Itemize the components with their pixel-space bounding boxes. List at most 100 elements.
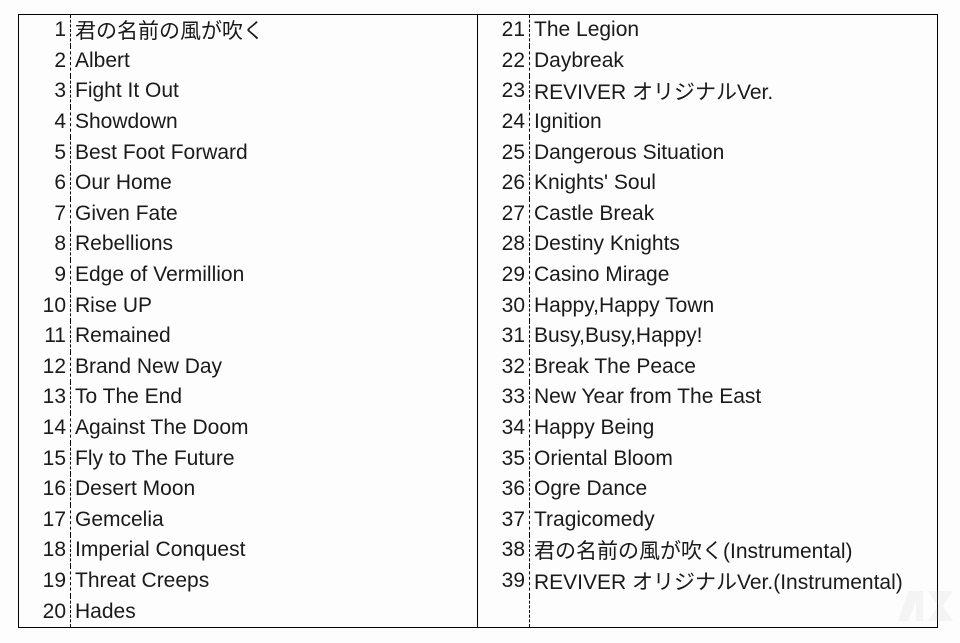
track-title: Best Foot Forward xyxy=(71,137,478,168)
track-number: 11 xyxy=(19,321,71,352)
table-row: 24Ignition xyxy=(478,107,937,138)
table-row: 10Rise UP xyxy=(19,290,478,321)
track-title: Daybreak xyxy=(530,46,937,77)
track-number: 9 xyxy=(19,260,71,291)
table-row: 29Casino Mirage xyxy=(478,260,937,291)
track-number: 3 xyxy=(19,76,71,107)
track-title: Knights' Soul xyxy=(530,168,937,199)
table-row: 32Break The Peace xyxy=(478,352,937,383)
table-row: 21The Legion xyxy=(478,15,937,46)
table-row: 23REVIVER オリジナルVer. xyxy=(478,76,937,107)
track-number: 2 xyxy=(19,46,71,77)
track-title: Happy Being xyxy=(530,413,937,444)
table-row: 13To The End xyxy=(19,382,478,413)
table-row: 27Castle Break xyxy=(478,199,937,230)
track-title: Break The Peace xyxy=(530,352,937,383)
track-number: 35 xyxy=(478,443,530,474)
table-row: 15Fly to The Future xyxy=(19,443,478,474)
track-title: REVIVER オリジナルVer. xyxy=(530,76,937,107)
track-title: 君の名前の風が吹く(Instrumental) xyxy=(530,535,937,566)
table-row: 28Destiny Knights xyxy=(478,229,937,260)
track-title: The Legion xyxy=(530,15,937,46)
track-title: Hades xyxy=(71,596,478,627)
table-row: 2Albert xyxy=(19,46,478,77)
track-number: 27 xyxy=(478,199,530,230)
table-row: 19Threat Creeps xyxy=(19,566,478,597)
track-number: 17 xyxy=(19,505,71,536)
table-row: 11Remained xyxy=(19,321,478,352)
table-row: 5Best Foot Forward xyxy=(19,137,478,168)
track-number: 24 xyxy=(478,107,530,138)
track-title: Fly to The Future xyxy=(71,443,478,474)
track-number: 13 xyxy=(19,382,71,413)
table-row: 33New Year from The East xyxy=(478,382,937,413)
track-number: 15 xyxy=(19,443,71,474)
track-title: REVIVER オリジナルVer.(Instrumental) xyxy=(530,566,937,597)
track-title: Showdown xyxy=(71,107,478,138)
table-row: 17Gemcelia xyxy=(19,505,478,536)
table-row: 9Edge of Vermillion xyxy=(19,260,478,291)
table-row: 12Brand New Day xyxy=(19,352,478,383)
track-title: Against The Doom xyxy=(71,413,478,444)
table-row xyxy=(478,596,937,627)
track-number: 36 xyxy=(478,474,530,505)
track-title: Ignition xyxy=(530,107,937,138)
track-title: To The End xyxy=(71,382,478,413)
track-number: 39 xyxy=(478,566,530,597)
track-title: Remained xyxy=(71,321,478,352)
right-column: 21The Legion22Daybreak23REVIVER オリジナルVer… xyxy=(478,15,937,627)
table-row: 7Given Fate xyxy=(19,199,478,230)
track-number: 34 xyxy=(478,413,530,444)
track-number: 26 xyxy=(478,168,530,199)
track-title: Rebellions xyxy=(71,229,478,260)
track-title: New Year from The East xyxy=(530,382,937,413)
track-title: Brand New Day xyxy=(71,352,478,383)
left-column: 1君の名前の風が吹く2Albert3Fight It Out4Showdown5… xyxy=(19,15,478,627)
table-row: 14Against The Doom xyxy=(19,413,478,444)
table-row: 4Showdown xyxy=(19,107,478,138)
track-title: Albert xyxy=(71,46,478,77)
track-title: 君の名前の風が吹く xyxy=(71,15,478,46)
table-row: 8Rebellions xyxy=(19,229,478,260)
track-title: Ogre Dance xyxy=(530,474,937,505)
track-title xyxy=(530,596,937,627)
track-number: 1 xyxy=(19,15,71,46)
table-row: 31Busy,Busy,Happy! xyxy=(478,321,937,352)
table-row: 22Daybreak xyxy=(478,46,937,77)
track-title: Threat Creeps xyxy=(71,566,478,597)
track-number: 10 xyxy=(19,290,71,321)
track-title: Destiny Knights xyxy=(530,229,937,260)
track-number: 16 xyxy=(19,474,71,505)
track-number: 23 xyxy=(478,76,530,107)
track-title: Castle Break xyxy=(530,199,937,230)
track-number: 18 xyxy=(19,535,71,566)
track-number: 19 xyxy=(19,566,71,597)
track-number: 21 xyxy=(478,15,530,46)
track-title: Casino Mirage xyxy=(530,260,937,291)
track-title: Imperial Conquest xyxy=(71,535,478,566)
table-row: 18Imperial Conquest xyxy=(19,535,478,566)
track-number: 7 xyxy=(19,199,71,230)
track-number: 4 xyxy=(19,107,71,138)
track-number: 22 xyxy=(478,46,530,77)
table-row: 34Happy Being xyxy=(478,413,937,444)
track-title: Tragicomedy xyxy=(530,505,937,536)
table-row: 1君の名前の風が吹く xyxy=(19,15,478,46)
track-title: Edge of Vermillion xyxy=(71,260,478,291)
table-row: 6Our Home xyxy=(19,168,478,199)
table-row: 25Dangerous Situation xyxy=(478,137,937,168)
track-number: 38 xyxy=(478,535,530,566)
track-title: Happy,Happy Town xyxy=(530,290,937,321)
table-row: 35Oriental Bloom xyxy=(478,443,937,474)
track-number: 32 xyxy=(478,352,530,383)
track-number: 12 xyxy=(19,352,71,383)
track-number: 29 xyxy=(478,260,530,291)
track-number: 28 xyxy=(478,229,530,260)
track-number: 37 xyxy=(478,505,530,536)
track-title: Desert Moon xyxy=(71,474,478,505)
table-row: 26Knights' Soul xyxy=(478,168,937,199)
track-number: 20 xyxy=(19,596,71,627)
track-number: 25 xyxy=(478,137,530,168)
table-row: 36Ogre Dance xyxy=(478,474,937,505)
table-row: 3Fight It Out xyxy=(19,76,478,107)
